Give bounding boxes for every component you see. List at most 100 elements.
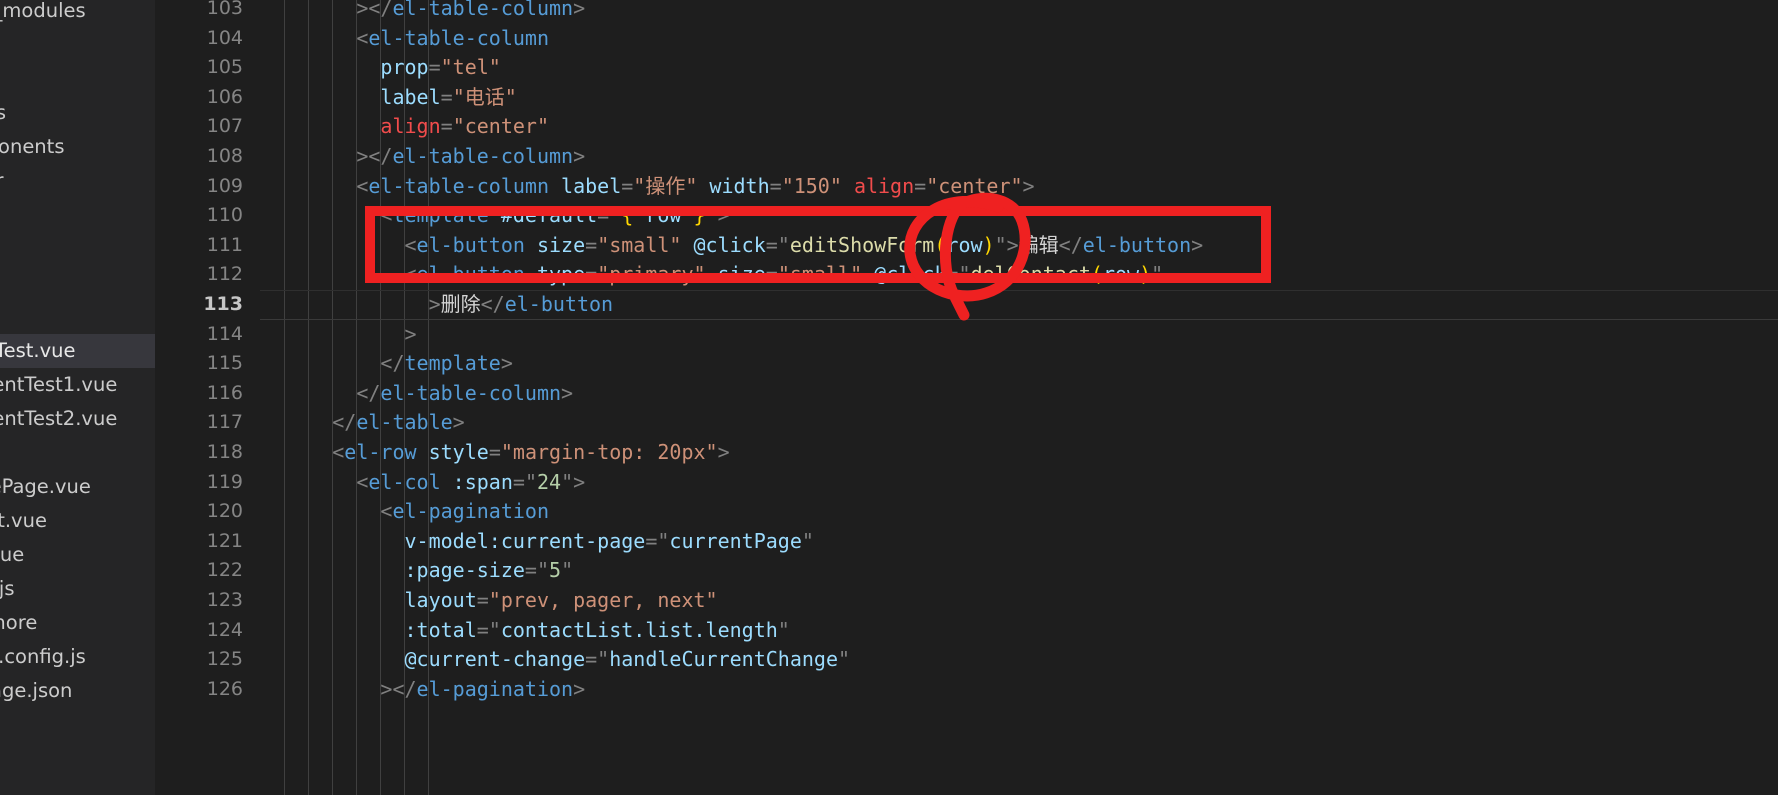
code-token: ></ (356, 144, 393, 168)
code-token: el-table-column (392, 144, 574, 168)
code-token: " (777, 617, 790, 642)
code-text[interactable]: <el-button type="primary" size="small" @… (260, 260, 1164, 290)
code-token: > (1191, 232, 1204, 257)
code-token: { (621, 203, 634, 228)
code-text[interactable]: <el-row style="margin-top: 20px"> (260, 438, 729, 468)
file-tree-item[interactable]: testC (0, 436, 155, 470)
code-line[interactable]: 105 prop="tel" (155, 53, 1778, 83)
code-token: :page-size (404, 558, 525, 583)
code-line[interactable]: 123 layout="prev, pager, next" (155, 586, 1778, 616)
code-editor[interactable]: 103 ></el-table-column> 104 <el-table-col… (155, 0, 1778, 795)
code-text[interactable]: prop="tel" (260, 53, 501, 83)
file-tree-item[interactable]: HomePage.vue (0, 470, 155, 504)
code-line[interactable]: 113 >删除</el-button (155, 290, 1778, 320)
code-text[interactable]: @current-change="handleCurrentChange" (260, 645, 851, 675)
code-token: = (440, 84, 453, 109)
code-text[interactable]: ></el-table-column> (260, 142, 585, 172)
code-text[interactable]: </el-table> (260, 408, 464, 438)
file-tree-spacer (0, 28, 155, 62)
code-line[interactable]: 107 align="center" (155, 112, 1778, 142)
file-tree-item[interactable]: assets (0, 96, 155, 130)
code-line[interactable]: 108 ></el-table-column> (155, 142, 1778, 172)
code-text[interactable]: >删除</el-button (260, 290, 614, 320)
code-line[interactable]: 118 <el-row style="margin-top: 20px"> (155, 438, 1778, 468)
code-line[interactable]: 106 label="电话" (155, 83, 1778, 113)
code-line[interactable]: 116 </el-table-column> (155, 379, 1778, 409)
code-token: </ (1058, 232, 1083, 257)
code-text[interactable]: ></el-table-column> (260, 0, 585, 24)
code-text[interactable]: > (260, 320, 417, 350)
code-line[interactable]: 104 <el-table-column (155, 24, 1778, 54)
code-line[interactable]: 120 <el-pagination (155, 497, 1778, 527)
code-lines[interactable]: 103 ></el-table-column> 104 <el-table-col… (155, 0, 1778, 795)
code-token: "small" (597, 232, 694, 257)
code-line[interactable]: 124 :total="contactList.list.length" (155, 616, 1778, 646)
code-token: = (585, 262, 598, 287)
code-token: =" (585, 647, 610, 672)
code-line[interactable]: 110 <template #default="{ row }"> (155, 201, 1778, 231)
code-line[interactable]: 109 <el-table-column label="操作" width="1… (155, 172, 1778, 202)
code-token: " (838, 647, 851, 672)
file-tree-item[interactable]: router (0, 164, 155, 198)
code-line[interactable]: 117 </el-table> (155, 408, 1778, 438)
file-tree-item[interactable]: layout.vue (0, 504, 155, 538)
code-line[interactable]: 114 > (155, 320, 1778, 350)
code-text[interactable]: :page-size="5" (260, 556, 574, 586)
code-text[interactable]: <el-pagination (260, 497, 549, 527)
code-token: < (380, 499, 393, 524)
code-line[interactable]: 115 </template> (155, 349, 1778, 379)
code-token: "电话" (452, 84, 517, 109)
file-tree-item[interactable]: testA (0, 266, 155, 300)
file-tree-item[interactable]: elementTest1.vue (0, 368, 155, 402)
code-line[interactable]: 125 @current-change="handleCurrentChange… (155, 645, 1778, 675)
code-line[interactable]: 121 v-model:current-page="currentPage" (155, 527, 1778, 557)
file-tree-item[interactable]: main.js (0, 572, 155, 606)
code-token: type (536, 262, 586, 287)
code-text[interactable]: v-model:current-page="currentPage" (260, 527, 814, 557)
code-text[interactable]: </el-table-column> (260, 379, 573, 409)
file-tree-item[interactable]: axiosTest.vue (0, 334, 155, 368)
code-text[interactable]: <el-button size="small" @click="editShow… (260, 231, 1204, 261)
code-text[interactable]: <template #default="{ row }"> (260, 201, 729, 231)
code-token: "tel" (440, 55, 501, 80)
file-tree-item[interactable]: App.vue (0, 538, 155, 572)
code-text[interactable]: </template> (260, 349, 512, 379)
code-text[interactable]: <el-col :span="24"> (260, 468, 585, 498)
code-text[interactable]: :total="contactList.list.length" (260, 616, 790, 646)
code-token: :span (452, 469, 513, 494)
code-line[interactable]: 122 :page-size="5" (155, 556, 1778, 586)
code-text[interactable]: ></el-pagination> (260, 675, 585, 705)
code-token: :total (404, 617, 477, 642)
code-text[interactable]: <el-table-column (260, 24, 549, 54)
code-line[interactable]: 103 ></el-table-column> (155, 0, 1778, 24)
line-number: 117 (206, 411, 243, 434)
code-token: =" (946, 262, 971, 287)
code-token: el-col (368, 469, 453, 494)
code-line[interactable]: 119 <el-col :span="24"> (155, 468, 1778, 498)
file-tree-item[interactable]: elementTest2.vue (0, 402, 155, 436)
code-text[interactable]: align="center" (260, 112, 549, 142)
file-tree-item[interactable]: babel.config.js (0, 640, 155, 674)
code-text[interactable]: <el-table-column label="操作" width="150" … (260, 172, 1034, 202)
file-tree[interactable]: node_modulesassetscomponentsroutertestAt… (0, 0, 155, 708)
file-tree-item[interactable]: package.json (0, 674, 155, 708)
code-token: </ (380, 351, 405, 376)
file-tree-item[interactable]: components (0, 130, 155, 164)
code-line[interactable]: 112 <el-button type="primary" size="smal… (155, 260, 1778, 290)
code-text[interactable]: layout="prev, pager, next" (260, 586, 718, 616)
code-text[interactable]: label="电话" (260, 83, 517, 113)
file-tree-item[interactable]: testB (0, 300, 155, 334)
code-line[interactable]: 111 <el-button size="small" @click="edit… (155, 231, 1778, 261)
code-line[interactable]: 126 ></el-pagination> (155, 675, 1778, 705)
file-tree-item[interactable]: node_modules (0, 0, 155, 28)
line-number: 119 (206, 470, 243, 493)
file-tree-item[interactable]: .gitignore (0, 606, 155, 640)
